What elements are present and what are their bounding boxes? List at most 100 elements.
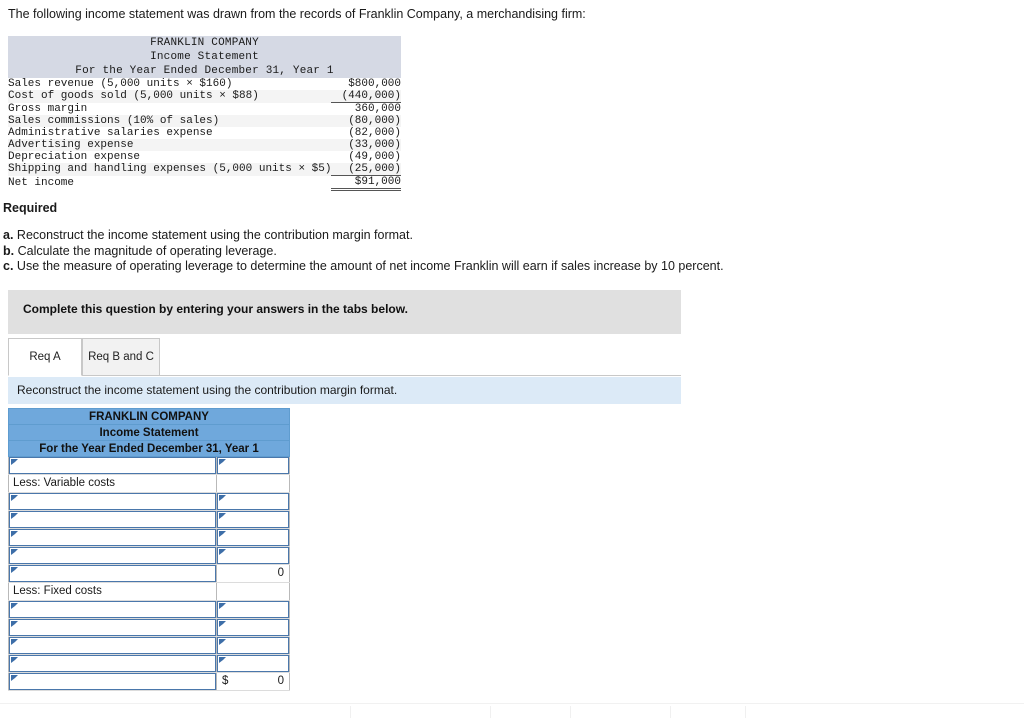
required-item: b. Calculate the magnitude of operating … (3, 244, 724, 260)
required-heading: Required (3, 201, 58, 215)
answer-company-name: FRANKLIN COMPANY (8, 408, 290, 425)
answer-row-label-cell (8, 672, 217, 691)
given-row-amount: 360,000 (354, 103, 401, 115)
account-select-2[interactable] (9, 493, 216, 510)
amount-input-5[interactable] (217, 547, 289, 564)
footer-grid-line (570, 706, 571, 718)
given-statement-row: Shipping and handling expenses (5,000 un… (8, 163, 401, 176)
footer-grid-line (350, 706, 351, 718)
page-root: The following income statement was drawn… (0, 0, 1024, 718)
total-amount: 0 (277, 675, 284, 687)
required-item-text: Reconstruct the income statement using t… (16, 228, 413, 242)
account-select-11[interactable] (9, 655, 216, 672)
answer-row-value-cell (216, 600, 290, 619)
answer-row-value-cell: 0 (216, 564, 290, 583)
required-item-marker: b. (3, 243, 15, 258)
amount-input-11[interactable] (217, 655, 289, 672)
answer-table-row (8, 654, 290, 673)
amount-input-3[interactable] (217, 511, 289, 528)
answer-row-static-label: Less: Fixed costs (13, 585, 102, 597)
given-row-amount: (49,000) (348, 151, 401, 163)
answer-header-body: FRANKLIN COMPANY Income Statement For th… (8, 408, 290, 457)
given-row-amount: (82,000) (348, 127, 401, 139)
account-select-9[interactable] (9, 619, 216, 636)
answer-row-label-cell (8, 564, 217, 583)
amount-input-10[interactable] (217, 637, 289, 654)
answer-row-label-cell (8, 492, 217, 511)
answer-table-row (8, 492, 290, 511)
instruction-text: Reconstruct the income statement using t… (17, 383, 398, 397)
answer-row-label-cell (8, 510, 217, 529)
given-row-label: Sales commissions (10% of sales) (8, 115, 220, 127)
given-row-label: Sales revenue (5,000 units × $160) (8, 78, 233, 90)
given-statement-title: Income Statement (150, 51, 259, 63)
account-select-12[interactable] (9, 673, 216, 690)
tab-req-b-and-c[interactable]: Req B and C (82, 338, 160, 376)
amount-input-2[interactable] (217, 493, 289, 510)
amount-input-4[interactable] (217, 529, 289, 546)
given-statement-row: Cost of goods sold (5,000 units × $88) (4… (8, 90, 401, 103)
answer-row-value-cell (216, 510, 290, 529)
given-statement-row: Gross margin 360,000 (8, 102, 401, 115)
given-statement-row: Advertising expense (33,000) (8, 139, 401, 151)
given-row-amount: (440,000) (331, 90, 401, 103)
required-item-marker: c. (3, 259, 14, 273)
account-select-5[interactable] (9, 547, 216, 564)
footer-grid-line (670, 706, 671, 718)
answer-table-wrapper: FRANKLIN COMPANY Income Statement For th… (8, 408, 290, 691)
account-select-0[interactable] (9, 457, 216, 474)
answer-row-label-cell (8, 456, 217, 475)
answer-row-label-cell (8, 546, 217, 565)
answer-row-label-cell: Less: Fixed costs (8, 582, 217, 601)
account-select-10[interactable] (9, 637, 216, 654)
account-select-6[interactable] (9, 565, 216, 582)
given-row-label: Gross margin (8, 102, 88, 115)
required-item: c. Use the measure of operating leverage… (3, 259, 724, 275)
answer-row-value-cell (216, 474, 290, 493)
amount-input-8[interactable] (217, 601, 289, 618)
answer-row-value-cell (216, 546, 290, 565)
answer-row-label-cell (8, 636, 217, 655)
given-row-amount: (25,000) (331, 163, 401, 176)
account-select-4[interactable] (9, 529, 216, 546)
tab-req-a[interactable]: Req A (8, 338, 82, 376)
required-list: a. Reconstruct the income statement usin… (3, 228, 724, 275)
given-statement-row: Depreciation expense (49,000) (8, 151, 401, 163)
answer-income-statement: FRANKLIN COMPANY Income Statement For th… (8, 408, 290, 691)
amount-input-0[interactable] (217, 457, 289, 474)
required-item-text: Use the measure of operating leverage to… (16, 259, 724, 273)
given-row-label: Depreciation expense (8, 151, 141, 163)
given-header-row-1: FRANKLIN COMPANY (8, 36, 401, 50)
account-select-8[interactable] (9, 601, 216, 618)
answer-table-row (8, 456, 290, 475)
given-row-amount: $800,000 (348, 78, 401, 90)
answer-statement-title: Income Statement (8, 424, 290, 441)
given-row-label: Net income (8, 176, 75, 189)
amount-input-9[interactable] (217, 619, 289, 636)
answer-row-label-cell (8, 528, 217, 547)
currency-symbol: $ (222, 675, 229, 687)
footer-grid (0, 703, 1024, 718)
given-row-label: Cost of goods sold (5,000 units × $88) (8, 90, 259, 103)
answer-table-rows: Less: Variable costs 0 Less: Fixed costs $0 (8, 456, 290, 691)
answer-row-value-cell (216, 492, 290, 511)
answer-table-row (8, 528, 290, 547)
answer-row-value-cell (216, 618, 290, 637)
answer-table-row (8, 618, 290, 637)
answer-row-blank-value (217, 475, 289, 492)
answer-row-value-cell (216, 528, 290, 547)
account-select-3[interactable] (9, 511, 216, 528)
given-header-row-3: For the Year Ended December 31, Year 1 (8, 64, 401, 78)
answer-table-row: Less: Fixed costs (8, 582, 290, 601)
given-row-amount: (33,000) (348, 139, 401, 151)
given-row-amount: $91,000 (331, 175, 401, 191)
subtotal-value-6: 0 (277, 567, 284, 579)
answer-header-row-3: For the Year Ended December 31, Year 1 (8, 440, 290, 457)
answer-row-blank-value (217, 583, 289, 600)
given-statement-period: For the Year Ended December 31, Year 1 (75, 65, 334, 77)
answer-table-row: Less: Variable costs (8, 474, 290, 493)
given-row-amount: (80,000) (348, 115, 401, 127)
answer-row-value-cell: $0 (216, 672, 290, 691)
answer-row-label-cell (8, 654, 217, 673)
answer-row-static-label: Less: Variable costs (13, 477, 116, 489)
